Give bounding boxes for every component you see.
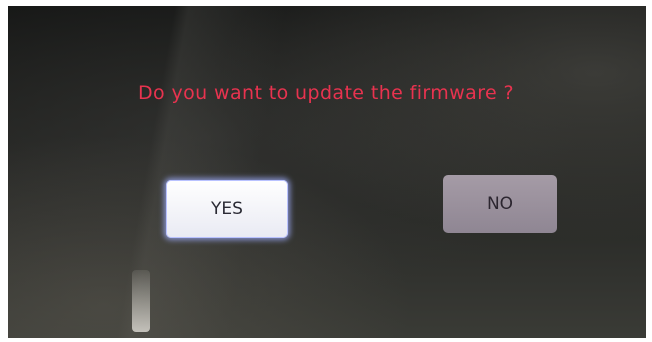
no-button[interactable]: NO — [443, 175, 557, 233]
yes-button[interactable]: YES — [166, 180, 288, 238]
firmware-update-question: Do you want to update the firmware ? — [137, 82, 515, 104]
device-screen — [8, 6, 646, 338]
screen-glare — [8, 6, 646, 338]
photo-frame: Do you want to update the firmware ? YES… — [0, 0, 652, 342]
